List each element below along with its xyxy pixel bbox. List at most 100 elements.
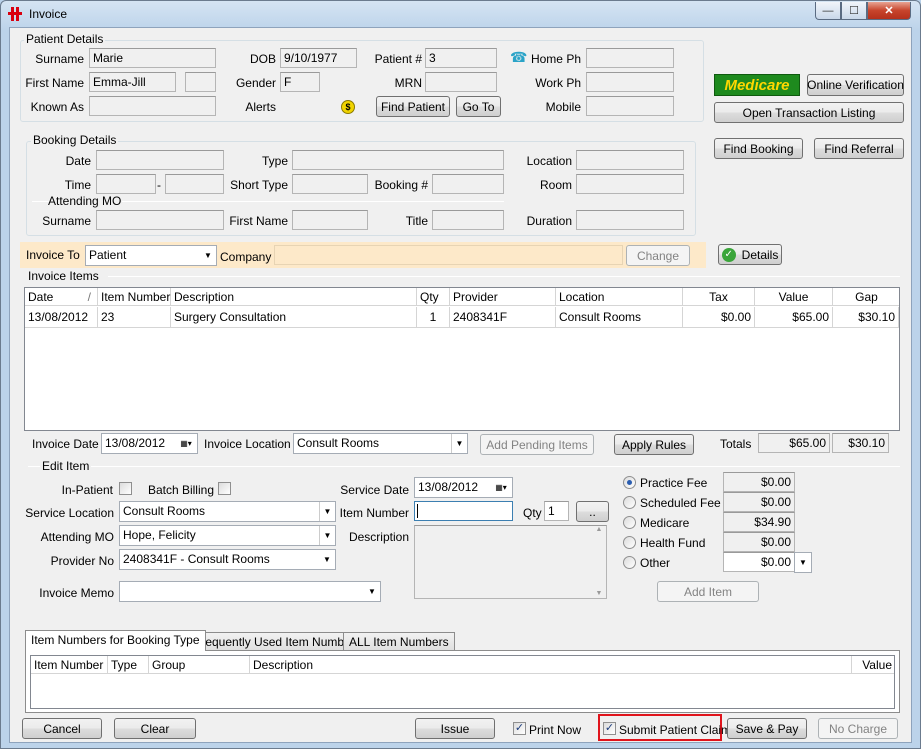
description-textarea[interactable]: ▲ ▼ bbox=[414, 525, 607, 599]
no-charge-button[interactable]: No Charge bbox=[818, 718, 898, 739]
item-numbers-grid[interactable]: Item Number Type Group Description Value bbox=[30, 655, 895, 709]
maximize-button[interactable]: ☐ bbox=[841, 2, 867, 20]
close-button[interactable]: ✕ bbox=[867, 2, 911, 20]
add-pending-items-button[interactable]: Add Pending Items bbox=[480, 434, 594, 455]
dollar-coin-icon[interactable]: $ bbox=[341, 100, 355, 114]
attending-mo-select[interactable]: Hope, Felicity ▼ bbox=[119, 525, 336, 546]
table-row[interactable]: 13/08/2012 23 Surgery Consultation 1 240… bbox=[25, 307, 899, 328]
health-fund-radio[interactable] bbox=[623, 536, 636, 549]
col-provider[interactable]: Provider bbox=[450, 288, 556, 306]
time-end-field[interactable] bbox=[165, 174, 224, 194]
tab-all-item-numbers[interactable]: ALL Item Numbers bbox=[343, 632, 455, 651]
edit-item-rule-right bbox=[91, 466, 900, 467]
gender-field[interactable]: F bbox=[280, 72, 320, 92]
col-location[interactable]: Location bbox=[556, 288, 683, 306]
batch-billing-checkbox[interactable] bbox=[218, 482, 231, 495]
col-group[interactable]: Group bbox=[149, 656, 250, 674]
col-item-number[interactable]: Item Number bbox=[31, 656, 108, 674]
invoice-memo-select[interactable]: ▼ bbox=[119, 581, 381, 602]
patient-no-field[interactable]: 3 bbox=[425, 48, 497, 68]
medicare-radio[interactable] bbox=[623, 516, 636, 529]
col-value[interactable]: Value bbox=[852, 656, 894, 674]
room-field[interactable] bbox=[576, 174, 684, 194]
minimize-button[interactable]: — bbox=[815, 2, 841, 20]
save-pay-button[interactable]: Save & Pay bbox=[727, 718, 807, 739]
service-location-select[interactable]: Consult Rooms ▼ bbox=[119, 501, 336, 522]
scrollbar[interactable]: ▲ ▼ bbox=[592, 526, 606, 598]
details-button[interactable]: ✓ Details bbox=[718, 244, 782, 265]
clear-button[interactable]: Clear bbox=[114, 718, 196, 739]
type-field[interactable] bbox=[292, 150, 504, 170]
other-fee-input[interactable]: $0.00 bbox=[723, 552, 795, 572]
invoice-date-picker[interactable]: 13/08/2012 ▦▾ bbox=[101, 433, 198, 454]
qty-input[interactable]: 1 bbox=[544, 501, 569, 521]
time-start-field[interactable] bbox=[96, 174, 156, 194]
col-qty[interactable]: Qty bbox=[417, 288, 450, 306]
patient-no-label: Patient # bbox=[374, 52, 422, 66]
calendar-icon[interactable]: ▦▾ bbox=[490, 478, 512, 497]
issue-button[interactable]: Issue bbox=[415, 718, 495, 739]
dob-field[interactable]: 9/10/1977 bbox=[280, 48, 357, 68]
known-as-field[interactable] bbox=[89, 96, 216, 116]
in-patient-checkbox[interactable] bbox=[119, 482, 132, 495]
online-verification-button[interactable]: Online Verification bbox=[807, 74, 904, 96]
tab-frequently-used[interactable]: Frequently Used Item Numbers bbox=[188, 632, 367, 651]
submit-patient-claim-checkbox[interactable]: ✓ bbox=[603, 722, 616, 735]
service-date-picker[interactable]: 13/08/2012 ▦▾ bbox=[414, 477, 513, 498]
location-field[interactable] bbox=[576, 150, 684, 170]
other-radio[interactable] bbox=[623, 556, 636, 569]
col-description[interactable]: Description bbox=[250, 656, 852, 674]
col-date[interactable]: Date / bbox=[25, 288, 98, 306]
booking-date-field[interactable] bbox=[96, 150, 224, 170]
mo-title-field[interactable] bbox=[432, 210, 504, 230]
tab-item-numbers-booking-type[interactable]: Item Numbers for Booking Type bbox=[25, 630, 206, 651]
col-description[interactable]: Description bbox=[171, 288, 417, 306]
work-ph-field[interactable] bbox=[586, 72, 674, 92]
mo-first-name-field[interactable] bbox=[292, 210, 368, 230]
find-booking-button[interactable]: Find Booking bbox=[714, 138, 803, 159]
find-patient-button[interactable]: Find Patient bbox=[376, 96, 450, 117]
home-ph-field[interactable] bbox=[586, 48, 674, 68]
phone-icon[interactable]: ☎ bbox=[510, 49, 527, 65]
first-name-field[interactable]: Emma-Jill bbox=[89, 72, 176, 92]
item-number-input[interactable] bbox=[414, 501, 513, 521]
booking-no-field[interactable] bbox=[432, 174, 504, 194]
col-type[interactable]: Type bbox=[108, 656, 149, 674]
surname-field[interactable]: Marie bbox=[89, 48, 216, 68]
print-now-checkbox[interactable]: ✓ bbox=[513, 722, 526, 735]
mrn-field[interactable] bbox=[425, 72, 497, 92]
scheduled-fee-radio[interactable] bbox=[623, 496, 636, 509]
title-bar[interactable]: Invoice — ☐ ✕ bbox=[1, 1, 920, 27]
go-to-button[interactable]: Go To bbox=[456, 96, 501, 117]
open-transaction-listing-button[interactable]: Open Transaction Listing bbox=[714, 102, 904, 123]
invoice-to-select[interactable]: Patient ▼ bbox=[85, 245, 217, 266]
booking-details-label: Booking Details bbox=[31, 133, 119, 147]
company-field[interactable] bbox=[274, 245, 623, 265]
col-value[interactable]: Value bbox=[755, 288, 833, 306]
item-lookup-button[interactable]: .. bbox=[576, 501, 609, 522]
short-type-field[interactable] bbox=[292, 174, 368, 194]
mo-surname-field[interactable] bbox=[96, 210, 224, 230]
change-button[interactable]: Change bbox=[626, 245, 690, 266]
invoice-to-value: Patient bbox=[89, 248, 127, 262]
text-cursor bbox=[417, 504, 418, 518]
middle-name-field[interactable] bbox=[185, 72, 216, 92]
calendar-icon[interactable]: ▦▾ bbox=[175, 434, 197, 453]
apply-rules-button[interactable]: Apply Rules bbox=[614, 434, 694, 455]
cancel-button[interactable]: Cancel bbox=[22, 718, 102, 739]
col-gap[interactable]: Gap bbox=[833, 288, 899, 306]
known-as-label: Known As bbox=[30, 100, 84, 114]
tab-panel: Item Number Type Group Description Value bbox=[25, 650, 900, 713]
col-tax[interactable]: Tax bbox=[683, 288, 755, 306]
provider-no-select[interactable]: 2408341F - Consult Rooms ▼ bbox=[119, 549, 336, 570]
invoice-items-grid[interactable]: Date / Item Number Description Qty Provid… bbox=[24, 287, 900, 431]
practice-fee-radio[interactable] bbox=[623, 476, 636, 489]
invoice-location-select[interactable]: Consult Rooms ▼ bbox=[293, 433, 468, 454]
other-fee-dropdown[interactable]: ▼ bbox=[794, 552, 812, 573]
find-referral-button[interactable]: Find Referral bbox=[814, 138, 904, 159]
attending-mo-label: Attending MO bbox=[40, 530, 114, 544]
duration-field[interactable] bbox=[576, 210, 684, 230]
add-item-button[interactable]: Add Item bbox=[657, 581, 759, 602]
col-item-number[interactable]: Item Number bbox=[98, 288, 171, 306]
mobile-field[interactable] bbox=[586, 96, 674, 116]
